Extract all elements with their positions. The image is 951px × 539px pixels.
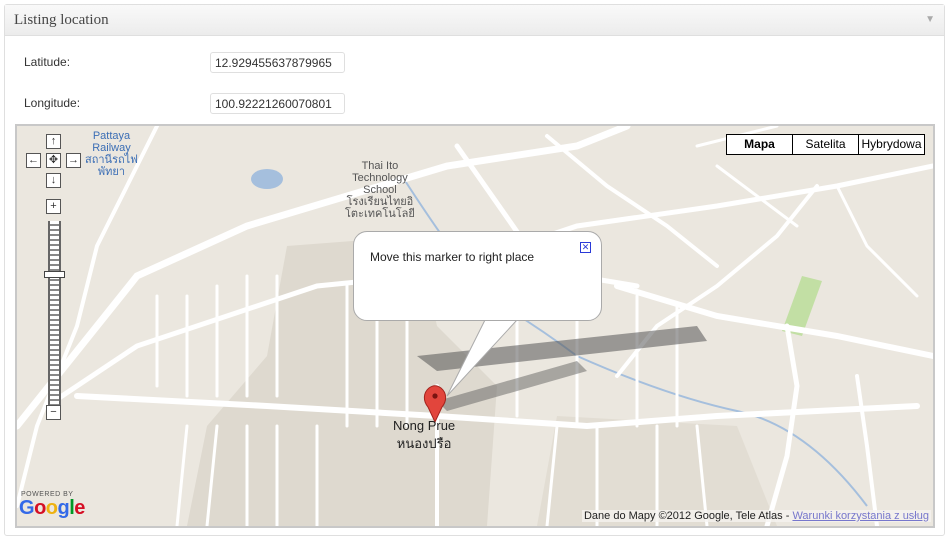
zoom-slider-thumb[interactable]: [44, 271, 65, 278]
listing-location-panel: Listing location ▼ Latitude: Longitude:: [4, 4, 945, 536]
latitude-label: Latitude:: [24, 55, 71, 69]
pan-down-icon[interactable]: ↓: [46, 173, 61, 188]
pan-center-icon[interactable]: ✥: [46, 153, 61, 168]
latitude-input[interactable]: [210, 52, 345, 73]
zoom-in-icon[interactable]: +: [46, 199, 61, 214]
zoom-out-icon[interactable]: −: [46, 405, 61, 420]
attribution-text: Dane do Mapy ©2012 Google, Tele Atlas -: [583, 510, 790, 522]
marker-place-label: Nong Prue หนองปรือ: [393, 418, 456, 451]
panel-title: Listing location: [14, 12, 109, 28]
map-attribution: Dane do Mapy ©2012 Google, Tele Atlas - …: [581, 510, 931, 522]
google-map[interactable]: Thai Ito Technology School โรงเรียนไทยอิ…: [15, 124, 935, 528]
poi-railway-label: Pattaya Railway สถานีรถไฟ พัทยา: [85, 130, 138, 178]
info-window: Move this marker to right place ✕: [353, 231, 602, 321]
zoom-slider-track[interactable]: [48, 221, 61, 405]
triangle-down-icon[interactable]: ▼: [925, 14, 935, 25]
google-logo[interactable]: Google: [19, 497, 85, 520]
pan-right-icon[interactable]: →: [66, 153, 81, 168]
terms-link[interactable]: Warunki korzystania z usług: [792, 510, 929, 522]
poi-school-label: Thai Ito Technology School โรงเรียนไทยอิ…: [345, 160, 415, 220]
info-window-text: Move this marker to right place: [370, 250, 535, 264]
map-type-hybrydowa[interactable]: Hybrydowa: [858, 134, 925, 155]
panel-header[interactable]: Listing location ▼: [5, 5, 944, 36]
map-type-satelita[interactable]: Satelita: [792, 134, 859, 155]
pan-up-icon[interactable]: ↑: [46, 134, 61, 149]
close-icon[interactable]: ✕: [580, 242, 591, 253]
map-tiles[interactable]: [17, 126, 933, 526]
longitude-label: Longitude:: [24, 96, 81, 110]
longitude-input[interactable]: [210, 93, 345, 114]
pan-left-icon[interactable]: ←: [26, 153, 41, 168]
map-type-mapa[interactable]: Mapa: [726, 134, 793, 155]
